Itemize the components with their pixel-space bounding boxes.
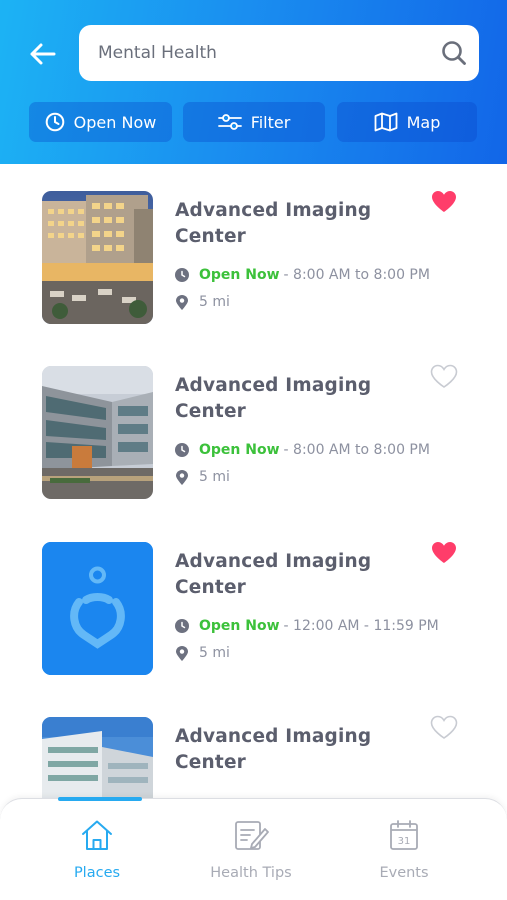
place-card[interactable]: Advanced Imaging Center bbox=[0, 715, 507, 800]
place-thumbnail bbox=[42, 717, 153, 800]
home-icon bbox=[82, 820, 112, 850]
map-chip[interactable]: Map bbox=[337, 102, 477, 142]
place-name-line-1: Advanced Imaging bbox=[175, 375, 372, 396]
hospital-building-photo bbox=[42, 366, 153, 499]
place-hours: Open Now - 12:00 AM - 11:59 PM bbox=[175, 618, 439, 634]
distance-text: 5 mi bbox=[199, 294, 230, 310]
map-icon bbox=[374, 112, 398, 132]
place-name-line-2: Center bbox=[175, 401, 247, 422]
place-distance: 5 mi bbox=[175, 294, 230, 310]
clock-icon bbox=[45, 112, 64, 132]
open-status: Open Now bbox=[199, 618, 280, 634]
places-list[interactable]: Advanced Imaging Center Open Now - 8:00 … bbox=[0, 164, 507, 800]
heart-outline-icon bbox=[430, 364, 458, 388]
open-now-chip[interactable]: Open Now bbox=[29, 102, 172, 142]
place-name: Advanced Imaging Center bbox=[175, 724, 395, 776]
place-distance: 5 mi bbox=[175, 645, 230, 661]
hospital-modern-photo bbox=[42, 717, 153, 800]
nav-places-label: Places bbox=[73, 865, 121, 881]
search-bar[interactable] bbox=[79, 25, 479, 81]
clock-icon bbox=[175, 619, 189, 633]
clock-icon bbox=[175, 268, 189, 282]
hours-text: - 8:00 AM to 8:00 PM bbox=[283, 267, 430, 283]
clock-icon bbox=[175, 443, 189, 457]
location-pin-icon bbox=[175, 294, 189, 310]
heart-outline-icon bbox=[430, 715, 458, 739]
calendar-day-text: 31 bbox=[398, 836, 411, 847]
open-status: Open Now bbox=[199, 267, 280, 283]
bottom-navigation: Places Health Tips 31 Events bbox=[0, 797, 507, 900]
place-name-line-1: Advanced Imaging bbox=[175, 200, 372, 221]
place-thumbnail bbox=[42, 542, 153, 675]
place-name-line-1: Advanced Imaging bbox=[175, 726, 372, 747]
nav-places-tab[interactable]: Places bbox=[22, 819, 172, 889]
heart-filled-icon bbox=[432, 541, 456, 563]
location-pin-icon bbox=[175, 469, 189, 485]
filter-chip-label: Filter bbox=[250, 112, 291, 132]
nav-health-tips-tab[interactable]: Health Tips bbox=[176, 819, 326, 889]
place-hours: Open Now - 8:00 AM to 8:00 PM bbox=[175, 442, 430, 458]
place-name-line-2: Center bbox=[175, 752, 247, 773]
filter-chip[interactable]: Filter bbox=[183, 102, 325, 142]
open-status: Open Now bbox=[199, 442, 280, 458]
place-card[interactable]: Advanced Imaging Center Open Now - 8:00 … bbox=[0, 190, 507, 367]
back-button[interactable] bbox=[22, 34, 62, 74]
place-name: Advanced Imaging Center bbox=[175, 198, 395, 250]
location-pin-logo bbox=[42, 542, 153, 675]
nav-events-tab[interactable]: 31 Events bbox=[329, 819, 479, 889]
place-name-line-2: Center bbox=[175, 577, 247, 598]
place-card[interactable]: Advanced Imaging Center Open Now - 12:00… bbox=[0, 541, 507, 718]
distance-text: 5 mi bbox=[199, 645, 230, 661]
nav-health-tips-label: Health Tips bbox=[210, 865, 292, 881]
place-name-line-2: Center bbox=[175, 226, 247, 247]
heart-filled-icon bbox=[432, 190, 456, 212]
notepad-icon bbox=[235, 821, 269, 850]
app-header: Open Now Filter Map bbox=[0, 0, 507, 164]
sliders-icon bbox=[217, 114, 242, 130]
search-button[interactable] bbox=[429, 25, 479, 81]
back-arrow-icon bbox=[30, 43, 56, 65]
favorite-button[interactable] bbox=[429, 538, 459, 566]
search-icon bbox=[442, 41, 466, 65]
favorite-button[interactable] bbox=[429, 187, 459, 215]
active-tab-indicator bbox=[58, 797, 142, 801]
map-chip-label: Map bbox=[406, 112, 441, 132]
open-now-chip-label: Open Now bbox=[73, 112, 157, 132]
distance-text: 5 mi bbox=[199, 469, 230, 485]
place-name-line-1: Advanced Imaging bbox=[175, 551, 372, 572]
place-hours: Open Now - 8:00 AM to 8:00 PM bbox=[175, 267, 430, 283]
place-name: Advanced Imaging Center bbox=[175, 549, 395, 601]
calendar-icon: 31 bbox=[390, 820, 418, 850]
search-input[interactable] bbox=[79, 25, 429, 81]
place-card[interactable]: Advanced Imaging Center Open Now - 8:00 … bbox=[0, 364, 507, 542]
place-thumbnail bbox=[42, 191, 153, 324]
favorite-button[interactable] bbox=[429, 362, 459, 390]
nav-events-label: Events bbox=[379, 865, 429, 881]
place-thumbnail bbox=[42, 366, 153, 499]
hours-text: - 8:00 AM to 8:00 PM bbox=[283, 442, 430, 458]
place-distance: 5 mi bbox=[175, 469, 230, 485]
hospital-night-photo bbox=[42, 191, 153, 324]
hours-text: - 12:00 AM - 11:59 PM bbox=[283, 618, 439, 634]
location-pin-icon bbox=[175, 645, 189, 661]
favorite-button[interactable] bbox=[429, 713, 459, 741]
place-name: Advanced Imaging Center bbox=[175, 373, 395, 425]
